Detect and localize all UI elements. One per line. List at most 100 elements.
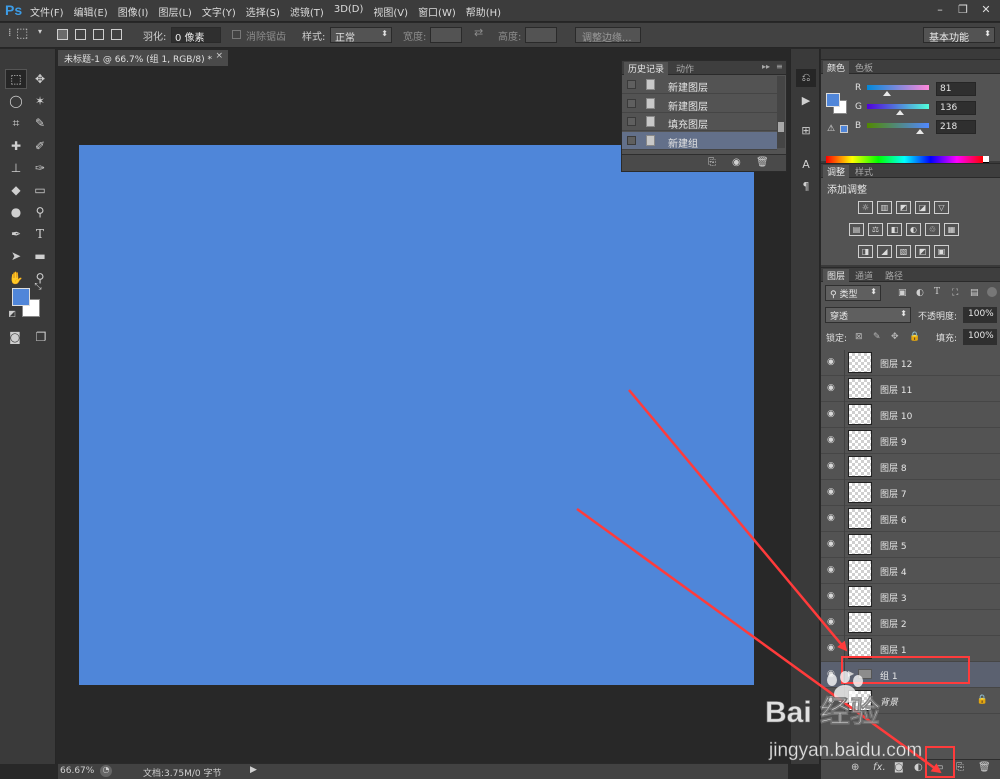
menu-layer[interactable]: 图层(L)	[158, 4, 191, 19]
screen-mode-icon[interactable]: ❐	[30, 327, 52, 347]
status-info-icon[interactable]: ◔	[100, 765, 112, 777]
hue-saturation-icon[interactable]: ▤	[849, 223, 864, 236]
eye-icon[interactable]: ◉	[827, 383, 841, 393]
layer-row[interactable]: ◉ 图层 5	[821, 532, 1000, 558]
actions-panel-icon[interactable]: ▶	[796, 91, 816, 109]
dodge-tool-icon[interactable]: ⚲	[29, 202, 51, 222]
lasso-tool-icon[interactable]: ◯	[5, 91, 27, 111]
layer-name[interactable]: 图层 12	[880, 357, 912, 370]
menu-type[interactable]: 文字(Y)	[202, 4, 236, 19]
quick-mask-icon[interactable]: ◙	[4, 327, 26, 347]
channel-mixer-icon[interactable]: ♲	[925, 223, 940, 236]
eye-icon[interactable]: ◉	[827, 539, 841, 549]
new-document-from-state-icon[interactable]: ⎘	[708, 157, 716, 168]
eraser-tool-icon[interactable]: ◆	[5, 180, 27, 200]
slider-value[interactable]: 81	[936, 82, 976, 96]
gamut-warning-icon[interactable]: ⚠	[827, 124, 835, 134]
layer-row[interactable]: ◉ 图层 12	[821, 350, 1000, 376]
layer-name[interactable]: 图层 2	[880, 617, 907, 630]
layer-row[interactable]: ◉ 图层 1	[821, 636, 1000, 662]
eye-icon[interactable]: ◉	[827, 617, 841, 627]
paragraph-panel-icon[interactable]: ¶	[796, 177, 816, 195]
menu-view[interactable]: 视图(V)	[373, 4, 408, 19]
default-colors-icon[interactable]: ◩	[6, 307, 18, 319]
brush-tool-icon[interactable]: ✐	[29, 136, 51, 156]
filter-pixel-icon[interactable]: ▣	[898, 288, 909, 299]
menu-3d[interactable]: 3D(D)	[334, 4, 364, 19]
close-icon[interactable]: ×	[215, 51, 223, 61]
trash-icon[interactable]: 🗑	[978, 762, 991, 773]
tab-paths[interactable]: 路径	[881, 269, 907, 282]
photo-filter-icon[interactable]: ◐	[906, 223, 921, 236]
tab-color[interactable]: 颜色	[823, 61, 850, 74]
color-lookup-icon[interactable]: ▦	[944, 223, 959, 236]
antialias-checkbox[interactable]	[232, 30, 241, 39]
marquee-preset-icon[interactable]: ⬚	[16, 26, 28, 41]
shape-tool-icon[interactable]: ▬	[29, 246, 51, 266]
eye-icon[interactable]: ◉	[827, 409, 841, 419]
new-selection-icon[interactable]	[57, 29, 68, 40]
brightness-icon[interactable]: ☼	[858, 201, 873, 214]
layer-name[interactable]: 图层 10	[880, 409, 912, 422]
pen-tool-icon[interactable]: ✒	[5, 224, 27, 244]
panel-menu-icon[interactable]: ≡	[772, 62, 787, 75]
width-input[interactable]	[430, 27, 462, 43]
layer-name[interactable]: 图层 4	[880, 565, 907, 578]
tab-layers[interactable]: 图层	[823, 269, 850, 282]
camera-icon[interactable]: ◉	[732, 157, 741, 168]
healing-brush-icon[interactable]: ✚	[5, 136, 27, 156]
swap-colors-icon[interactable]: ⤡	[32, 281, 44, 293]
levels-icon[interactable]: ▥	[877, 201, 892, 214]
history-source-checkbox[interactable]	[627, 135, 636, 145]
close-button[interactable]: ✕	[976, 1, 996, 17]
scroll-thumb[interactable]	[778, 122, 784, 132]
magic-wand-icon[interactable]: ✶	[29, 91, 51, 111]
filter-type-icon[interactable]: T	[934, 287, 945, 298]
blur-tool-icon[interactable]: ●	[5, 202, 27, 222]
layer-row[interactable]: ◉ 图层 7	[821, 480, 1000, 506]
eye-icon[interactable]: ◉	[827, 461, 841, 471]
style-select[interactable]: 正常 ⬍	[330, 27, 392, 44]
layer-name[interactable]: 图层 7	[880, 487, 907, 500]
move-tool-icon[interactable]: ✥	[29, 69, 51, 89]
slider-track[interactable]	[867, 104, 929, 109]
blend-mode-select[interactable]: 穿透 ⬍	[825, 307, 911, 323]
history-source-checkbox[interactable]	[627, 80, 636, 89]
history-item[interactable]: 新建图层	[622, 95, 777, 113]
play-icon[interactable]: ▶	[250, 765, 257, 775]
filter-shape-icon[interactable]: ⛶	[952, 288, 963, 299]
lock-all-icon[interactable]: 🔒	[909, 332, 920, 343]
minimize-button[interactable]: –	[930, 1, 950, 17]
filter-adjustment-icon[interactable]: ◐	[916, 288, 927, 299]
history-scrollbar[interactable]	[777, 76, 785, 148]
lock-transparency-icon[interactable]: ⊠	[855, 332, 866, 343]
layer-name[interactable]: 图层 11	[880, 383, 912, 396]
color-foreground-swatch[interactable]	[826, 93, 840, 107]
eye-icon[interactable]: ◉	[827, 591, 841, 601]
eye-icon[interactable]: ◉	[827, 513, 841, 523]
type-tool-icon[interactable]: T	[29, 224, 51, 244]
opacity-input[interactable]: 100%	[963, 307, 997, 323]
intersect-selection-icon[interactable]	[111, 29, 122, 40]
tab-adjustments[interactable]: 调整	[823, 165, 850, 178]
exposure-icon[interactable]: ◪	[915, 201, 930, 214]
document-tab[interactable]: 未标题-1 @ 66.7% (组 1, RGB/8) * ×	[58, 50, 228, 66]
layer-row[interactable]: ◉ 图层 10	[821, 402, 1000, 428]
layer-filter-select[interactable]: ⚲ 类型 ⬍	[825, 285, 881, 301]
slider-track[interactable]	[867, 85, 929, 90]
color-balance-icon[interactable]: ⚖	[868, 223, 883, 236]
slider-knob[interactable]	[882, 91, 891, 96]
slider-knob[interactable]	[915, 129, 924, 134]
posterize-icon[interactable]: ◢	[877, 245, 892, 258]
layer-comps-icon[interactable]: ⊞	[796, 121, 816, 139]
tab-actions[interactable]: 动作	[672, 62, 698, 75]
invert-icon[interactable]: ◨	[858, 245, 873, 258]
vibrance-icon[interactable]: ▽	[934, 201, 949, 214]
history-source-checkbox[interactable]	[627, 98, 636, 108]
menu-filter[interactable]: 滤镜(T)	[290, 4, 324, 19]
menu-window[interactable]: 窗口(W)	[418, 4, 456, 19]
layer-row[interactable]: ◉ 图层 9	[821, 428, 1000, 454]
black-white-icon[interactable]: ◧	[887, 223, 902, 236]
menu-select[interactable]: 选择(S)	[246, 4, 280, 19]
eye-icon[interactable]: ◉	[827, 565, 841, 575]
